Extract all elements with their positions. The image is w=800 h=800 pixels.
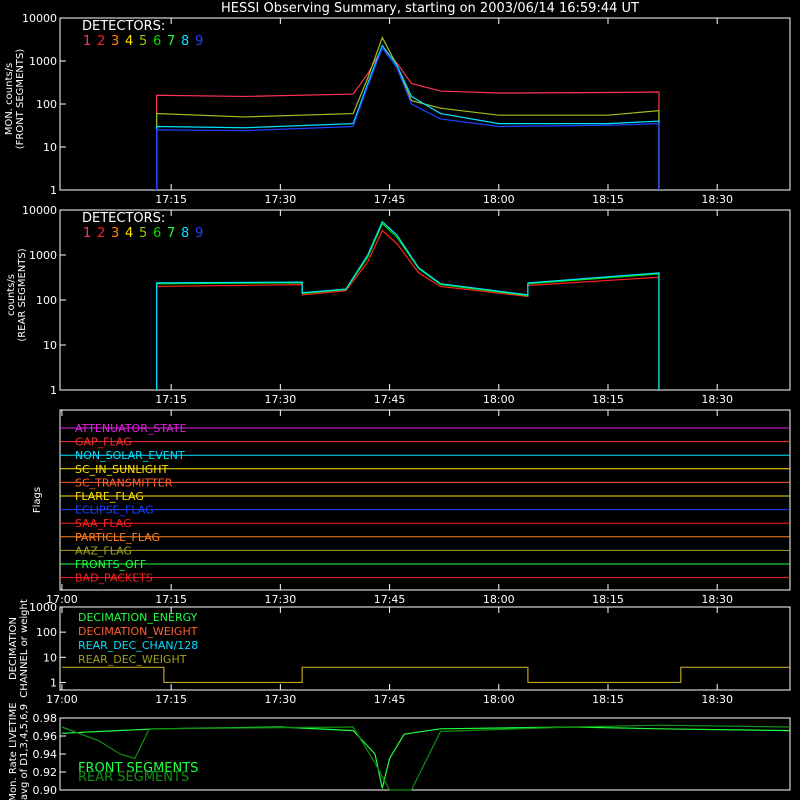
panel2-ylabel: counts/s(REAR SEGMENTS) <box>6 248 28 341</box>
flag-label-non_solar_event: NON_SOLAR_EVENT <box>75 449 185 462</box>
decimation-legend-0: DECIMATION_ENERGY <box>78 611 198 624</box>
panel3-xtick-label: 17:15 <box>155 593 187 606</box>
panel1-series-9 <box>155 46 660 190</box>
panel1-xtick-label: 17:30 <box>265 193 297 206</box>
panel4-xtick-label: 18:15 <box>592 693 624 706</box>
panel2-xtick-label: 18:00 <box>483 393 515 406</box>
detector-rear-1-label: 1 <box>83 226 91 241</box>
flag-label-saa_flag: SAA_FLAG <box>75 517 132 530</box>
panel4-series-REAR_DEC_WEIGHT <box>61 666 790 684</box>
detector-9-label: 9 <box>195 34 203 49</box>
detector-rear-2-label: 2 <box>97 226 105 241</box>
flag-label-attenuator_state: ATTENUATOR_STATE <box>75 422 187 435</box>
decimation-legend-2: REAR_DEC_CHAN/128 <box>78 639 198 652</box>
flag-label-fronts_off: FRONTS_OFF <box>75 558 146 571</box>
panel2-series-6 <box>155 222 660 390</box>
decimation-legend-1: DECIMATION_WEIGHT <box>78 625 198 638</box>
chart-title: HESSI Observing Summary, starting on 200… <box>221 1 639 16</box>
panel3-ylabel: Flags <box>32 487 43 513</box>
panel2-ytick-label: 100 <box>36 294 57 307</box>
panel4-xtick-label: 18:00 <box>483 693 515 706</box>
panel1-xtick-label: 18:00 <box>483 193 515 206</box>
detector-rear-4-label: 4 <box>125 226 133 241</box>
hessi-summary-chart: HESSI Observing Summary, starting on 200… <box>4 1 791 800</box>
panel5-ytick-label: 0.98 <box>33 712 58 725</box>
panel4-xtick-label: 18:30 <box>701 693 733 706</box>
detector-7-label: 7 <box>167 34 175 49</box>
panel3-frame <box>59 409 791 591</box>
panel3-xtick-label: 17:30 <box>265 593 297 606</box>
detector-1-label: 1 <box>83 34 91 49</box>
panel4-xtick-label: 17:15 <box>155 693 187 706</box>
panel1-ytick-label: 1 <box>50 184 57 197</box>
decimation-legend-3: REAR_DEC_WEIGHT <box>78 653 187 666</box>
panel2-xtick-label: 17:15 <box>155 393 187 406</box>
flag-label-sc_in_sunlight: SC_IN_SUNLIGHT <box>75 463 169 476</box>
panel1-ytick-label: 10000 <box>22 12 57 25</box>
detector-rear-8-label: 8 <box>181 226 189 241</box>
panel3-xtick-label: 17:45 <box>374 593 406 606</box>
panel1-xtick-label: 17:15 <box>155 193 187 206</box>
panel4-ytick-label: 1000 <box>29 601 57 614</box>
detector-rear-5-label: 5 <box>139 226 147 241</box>
panel2-xtick-label: 18:30 <box>701 393 733 406</box>
detector-2-label: 2 <box>97 34 105 49</box>
panel1-ytick-label: 100 <box>36 98 57 111</box>
panel5-ylabel: Mon. Rate LIVETIMEavg of D1,3,4,5,6,9 <box>8 702 30 800</box>
detector-rear-6-label: 6 <box>153 226 161 241</box>
panel2-ytick-label: 1000 <box>29 249 57 262</box>
detector-3-label: 3 <box>111 34 119 49</box>
panel1-xtick-label: 18:15 <box>592 193 624 206</box>
detector-6-label: 6 <box>153 34 161 49</box>
panel5-ytick-label: 0.92 <box>33 766 58 779</box>
detector-rear-3-label: 3 <box>111 226 119 241</box>
panel3-xtick-label: 18:30 <box>701 593 733 606</box>
panel1-ylabel: MON. counts/s(FRONT SEGMENTS) <box>4 49 26 150</box>
detector-4-label: 4 <box>125 34 133 49</box>
detector-5-label: 5 <box>139 34 147 49</box>
flag-label-gap_flag: GAP_FLAG <box>75 436 132 449</box>
panel2-ytick-label: 10 <box>43 339 57 352</box>
panel1-series-8 <box>155 44 660 190</box>
panel2-ytick-label: 10000 <box>22 204 57 217</box>
flag-label-aaz_flag: AAZ_FLAG <box>75 544 132 557</box>
panel1-ytick-label: 1000 <box>29 55 57 68</box>
panel3-xtick-label: 18:15 <box>592 593 624 606</box>
panel2-ytick-label: 1 <box>50 384 57 397</box>
flag-label-flare_flag: FLARE_FLAG <box>75 490 144 503</box>
panel4-ytick-label: 100 <box>36 626 57 639</box>
panel1-xtick-label: 18:30 <box>701 193 733 206</box>
detectors-label: DETECTORS: <box>82 19 165 34</box>
panel5-ytick-label: 0.96 <box>33 730 58 743</box>
flag-label-eclipse_flag: ECLIPSE_FLAG <box>75 504 154 517</box>
detectors-label-rear: DETECTORS: <box>82 211 165 226</box>
livetime-legend-1: REAR SEGMENTS <box>78 770 189 785</box>
flag-label-sc_transmitter: SC_TRANSMITTER <box>75 476 173 489</box>
panel1-series-1 <box>155 47 660 190</box>
flag-label-bad_packets: BAD_PACKETS <box>75 572 153 585</box>
panel1-series-5 <box>155 36 660 190</box>
panel5-ytick-label: 0.90 <box>33 784 58 797</box>
flag-label-particle_flag: PARTICLE_FLAG <box>75 531 160 544</box>
panel1-ytick-label: 10 <box>43 141 57 154</box>
panel4-ylabel: DECIMATIONCHANNEL or weight <box>8 599 30 698</box>
panel4-xtick-label: 17:30 <box>265 693 297 706</box>
panel2-xtick-label: 18:15 <box>592 393 624 406</box>
detector-rear-9-label: 9 <box>195 226 203 241</box>
detector-rear-7-label: 7 <box>167 226 175 241</box>
panel4-xtick-label: 17:00 <box>46 693 78 706</box>
panel4-xtick-label: 17:45 <box>374 693 406 706</box>
panel3-xtick-label: 18:00 <box>483 593 515 606</box>
panel4-ytick-label: 1 <box>50 676 57 689</box>
detector-8-label: 8 <box>181 34 189 49</box>
panel4-ytick-label: 10 <box>43 651 57 664</box>
panel2-series-8 <box>155 220 660 390</box>
panel2-series-2 <box>155 229 660 390</box>
panel5-ytick-label: 0.94 <box>33 748 58 761</box>
panel2-xtick-label: 17:45 <box>374 393 406 406</box>
panel2-xtick-label: 17:30 <box>265 393 297 406</box>
panel1-xtick-label: 17:45 <box>374 193 406 206</box>
